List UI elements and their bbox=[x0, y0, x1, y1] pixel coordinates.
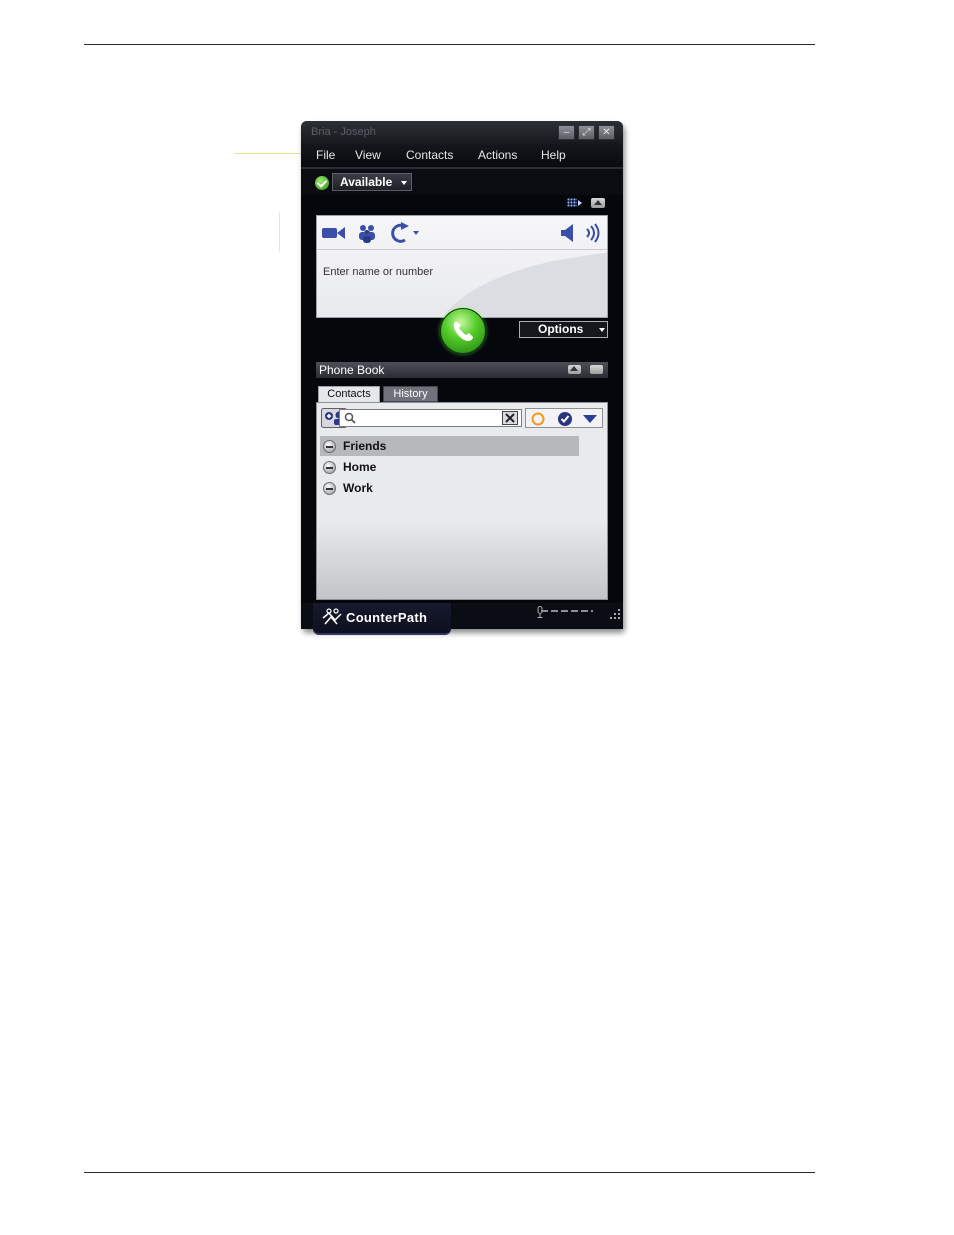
tab-contacts[interactable]: Contacts bbox=[318, 386, 380, 402]
menu-help[interactable]: Help bbox=[541, 148, 566, 162]
window-title: Bria - Joseph bbox=[311, 126, 376, 138]
list-item[interactable]: Work bbox=[320, 478, 579, 498]
phonebook-header: Phone Book bbox=[316, 362, 608, 378]
options-dropdown[interactable]: Options bbox=[519, 321, 608, 338]
chevron-down-icon bbox=[599, 328, 605, 332]
collapse-group-icon[interactable] bbox=[323, 461, 336, 474]
group-label-friends: Friends bbox=[343, 439, 387, 453]
page-top-rule bbox=[84, 44, 815, 45]
resize-grip-icon[interactable] bbox=[609, 608, 621, 620]
menu-bar: File View Contacts Actions Help bbox=[301, 145, 623, 169]
speaker-icon[interactable] bbox=[560, 223, 578, 243]
phone-icon bbox=[453, 321, 473, 341]
collapse-group-icon[interactable] bbox=[323, 440, 336, 453]
chevron-up-icon bbox=[594, 200, 602, 205]
volume-icon[interactable] bbox=[584, 223, 602, 243]
menu-view[interactable]: View bbox=[355, 148, 381, 162]
call-button[interactable] bbox=[440, 308, 486, 354]
dial-panel: Enter name or number bbox=[316, 215, 608, 318]
list-item[interactable]: Friends bbox=[320, 436, 579, 456]
menu-file[interactable]: File bbox=[316, 148, 335, 162]
check-icon bbox=[315, 176, 329, 190]
call-toolbar bbox=[317, 216, 607, 250]
softphone-window: Bria - Joseph – ⤢ ✕ File View Contacts A… bbox=[301, 121, 623, 635]
show-all-icon[interactable] bbox=[530, 411, 546, 427]
title-bar[interactable]: Bria - Joseph – ⤢ ✕ bbox=[301, 121, 623, 145]
menu-actions[interactable]: Actions bbox=[478, 148, 517, 162]
video-camera-icon[interactable] bbox=[322, 226, 346, 240]
group-label-home: Home bbox=[343, 460, 377, 474]
status-label: Available bbox=[340, 175, 393, 189]
restore-icon[interactable]: ⤢ bbox=[578, 125, 595, 140]
phonebook-title: Phone Book bbox=[319, 363, 385, 377]
search-input[interactable] bbox=[339, 409, 522, 427]
dial-input-field[interactable]: Enter name or number bbox=[323, 266, 433, 278]
expand-arrow-icon[interactable] bbox=[578, 200, 582, 206]
close-icon[interactable]: ✕ bbox=[598, 125, 615, 140]
clear-search-icon[interactable] bbox=[502, 411, 518, 425]
filter-menu-icon[interactable] bbox=[583, 415, 597, 423]
list-item[interactable]: Home bbox=[320, 457, 579, 477]
status-bar: Available bbox=[301, 169, 623, 195]
menu-contacts[interactable]: Contacts bbox=[406, 148, 453, 162]
microphone-icon[interactable] bbox=[536, 606, 544, 618]
counterpath-logo-icon bbox=[322, 608, 342, 625]
brand-name: CounterPath bbox=[346, 610, 428, 625]
mic-level-meter bbox=[541, 610, 593, 612]
tab-history[interactable]: History bbox=[383, 386, 438, 402]
collapse-group-icon[interactable] bbox=[323, 482, 336, 495]
collapse-dialer-button[interactable] bbox=[591, 198, 605, 208]
undock-phonebook-button[interactable] bbox=[590, 365, 603, 374]
options-label: Options bbox=[538, 322, 584, 336]
dialpad-icon[interactable] bbox=[567, 198, 577, 207]
group-label-work: Work bbox=[343, 481, 373, 495]
search-icon bbox=[344, 412, 356, 424]
chevron-down-icon bbox=[401, 181, 407, 185]
faint-guide-line bbox=[279, 212, 280, 252]
contact-filter-group bbox=[525, 408, 603, 428]
page-bottom-rule bbox=[84, 1172, 815, 1173]
show-online-icon[interactable] bbox=[557, 411, 573, 427]
status-dropdown[interactable]: Available bbox=[332, 173, 412, 191]
minimize-icon[interactable]: – bbox=[558, 125, 575, 140]
redial-icon[interactable] bbox=[388, 222, 422, 244]
conference-icon[interactable] bbox=[357, 223, 377, 243]
contacts-panel: Friends Home Work bbox=[316, 402, 608, 600]
chevron-up-icon bbox=[570, 366, 578, 371]
collapse-phonebook-button[interactable] bbox=[568, 365, 581, 374]
